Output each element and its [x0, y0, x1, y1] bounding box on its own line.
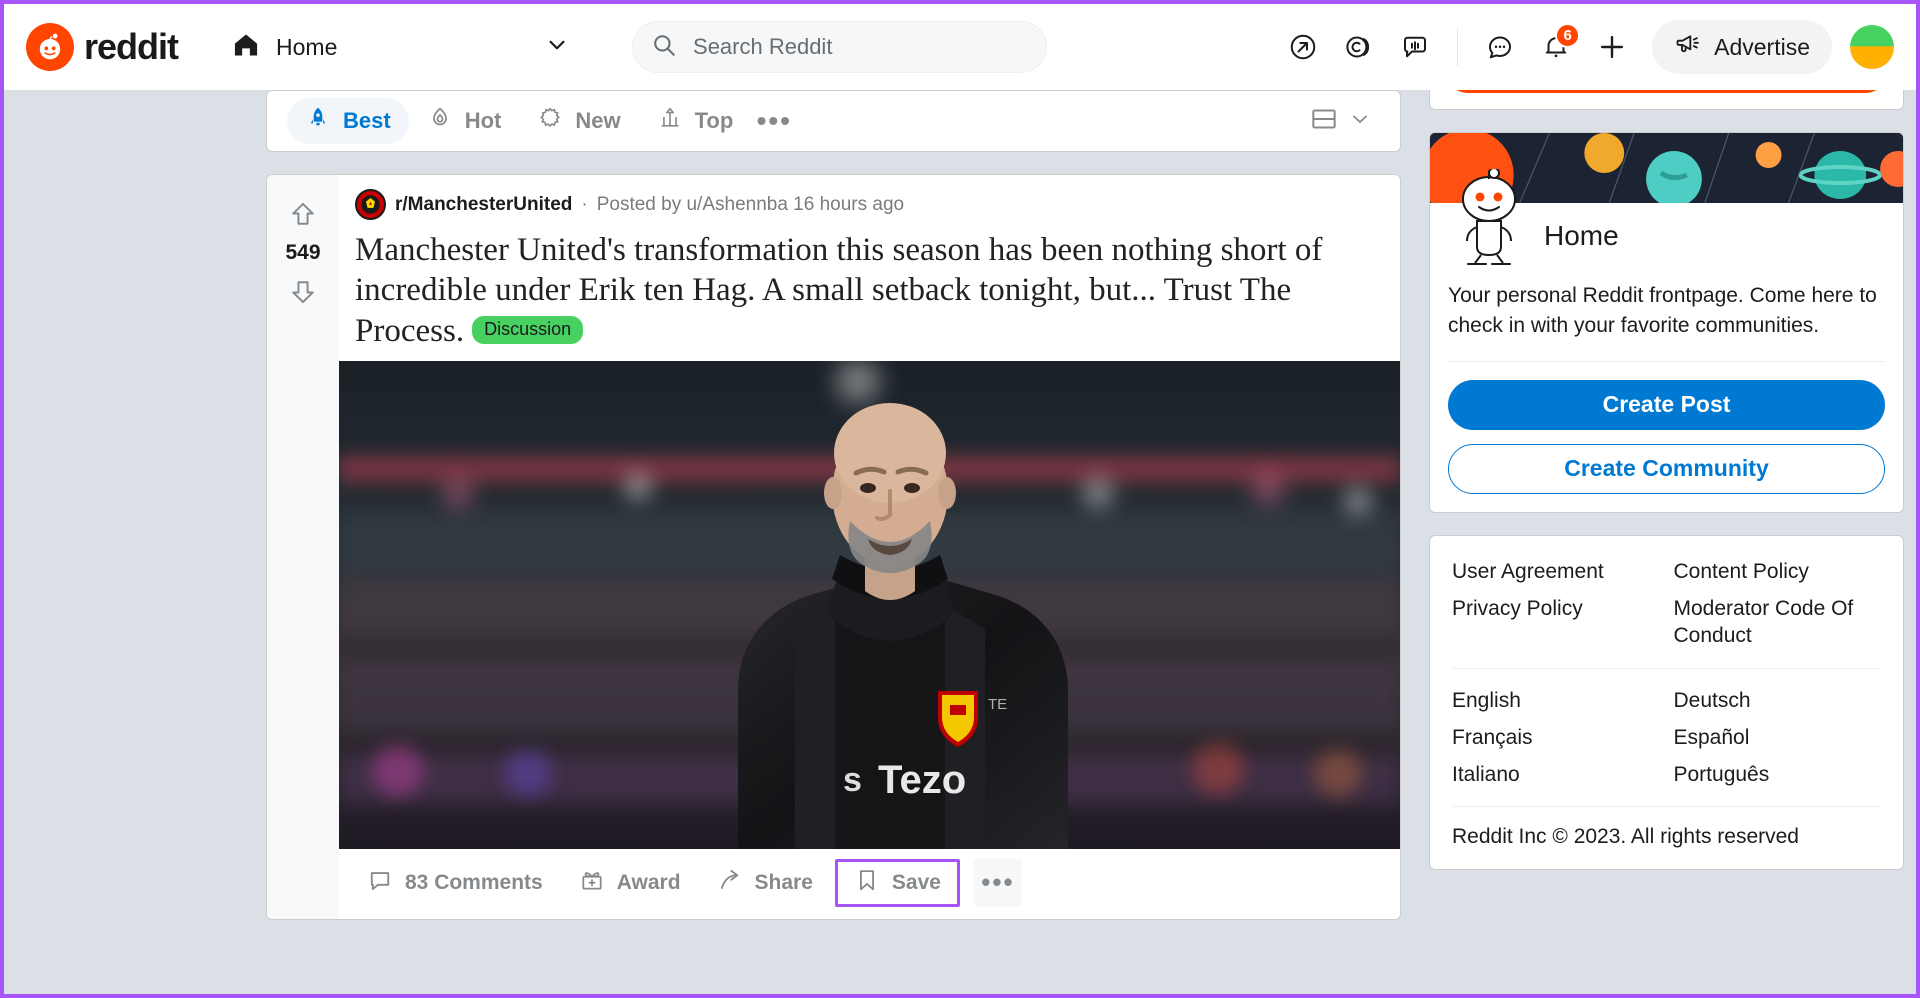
language-link-italiano[interactable]: Italiano [1452, 761, 1660, 788]
sort-more-button[interactable]: ••• [751, 98, 797, 144]
user-avatar[interactable] [1850, 25, 1894, 69]
search-bar[interactable] [632, 21, 1048, 73]
share-arrow-icon [717, 867, 743, 899]
share-label: Share [754, 870, 813, 894]
sort-tab-hot[interactable]: Hot [409, 98, 520, 144]
view-mode-toggle[interactable] [1300, 97, 1380, 146]
header-divider [1457, 28, 1459, 66]
post-meta: r/ManchesterUnited · Posted by u/Ashennb… [339, 189, 1400, 220]
post-title[interactable]: Manchester United's transformation this … [339, 230, 1400, 351]
post-action-bar: 83 Comments Award Share Save ••• [339, 849, 1400, 919]
sort-tab-top-label: Top [694, 108, 734, 133]
rocket-icon [305, 105, 331, 137]
reddit-snoo-logo-icon [26, 23, 74, 71]
language-link-portugues[interactable]: Português [1674, 761, 1882, 788]
reddit-browser-window: reddit Home Search Reddit 6 Advertise Be… [0, 0, 1920, 998]
award-button[interactable]: Award [565, 859, 695, 907]
chart-arrow-icon [657, 105, 683, 137]
snoo-mascot-icon [1448, 167, 1530, 269]
page-content: Best Hot New Top ••• 549 r/ManchesterUni… [4, 44, 1916, 994]
subreddit-link[interactable]: r/ManchesterUnited [395, 194, 572, 216]
advertise-button[interactable]: Advertise [1652, 20, 1832, 74]
comments-label: 83 Comments [405, 870, 543, 894]
chevron-down-icon [544, 32, 570, 63]
language-link-espanol[interactable]: Español [1674, 724, 1882, 751]
vote-column: 549 [267, 175, 339, 919]
sort-tab-best-label: Best [343, 108, 391, 133]
house-icon [232, 31, 260, 64]
card-view-icon [1308, 103, 1340, 140]
reddit-logo-link[interactable]: reddit [26, 23, 179, 71]
create-post-button[interactable]: Create Post [1448, 379, 1885, 430]
save-label: Save [891, 870, 941, 894]
footer-link-moderator-code[interactable]: Moderator Code Of Conduct [1674, 595, 1882, 650]
starburst-icon [537, 105, 563, 137]
chevron-down-icon [1348, 107, 1372, 136]
post-author-timestamp: Posted by u/Ashennba 16 hours ago [596, 193, 905, 215]
coins-icon[interactable] [1333, 21, 1385, 73]
footer-link-privacy-policy[interactable]: Privacy Policy [1452, 595, 1660, 650]
comment-bubble-icon [367, 867, 393, 899]
site-header: reddit Home Search Reddit 6 Advertise [4, 4, 1916, 90]
post-card: 549 r/ManchesterUnited · Posted by u/Ash… [266, 174, 1401, 920]
vote-count: 549 [285, 241, 321, 264]
footer-language-links: English Deutsch Français Español Italian… [1452, 687, 1881, 789]
footer-divider-1 [1452, 667, 1881, 669]
plus-create-icon[interactable] [1586, 21, 1638, 73]
footer-policy-links: User Agreement Content Policy Privacy Po… [1452, 558, 1881, 650]
save-button[interactable]: Save [834, 858, 960, 907]
manchester-united-crest-icon [355, 189, 386, 220]
flame-icon [427, 105, 453, 137]
search-icon [651, 32, 677, 63]
home-card-title: Home [1544, 220, 1619, 251]
footer-link-content-policy[interactable]: Content Policy [1674, 558, 1882, 585]
home-card-actions: Create Post Create Community [1430, 362, 1903, 512]
downvote-button[interactable] [282, 271, 324, 313]
create-community-button[interactable]: Create Community [1448, 443, 1885, 494]
language-link-francais[interactable]: Français [1452, 724, 1660, 751]
sort-tab-best[interactable]: Best [287, 98, 409, 144]
post-body: r/ManchesterUnited · Posted by u/Ashennb… [339, 175, 1400, 919]
megaphone-icon [1674, 30, 1702, 64]
sort-tab-hot-label: Hot [464, 108, 502, 133]
header-icon-group: 6 Advertise [1277, 20, 1894, 74]
home-card-header: Home [1430, 167, 1903, 269]
chat-icon[interactable] [1474, 21, 1526, 73]
footer-link-user-agreement[interactable]: User Agreement [1452, 558, 1660, 585]
reddit-wordmark: reddit [84, 26, 179, 67]
award-label: Award [616, 870, 681, 894]
sort-tab-top[interactable]: Top [639, 98, 752, 144]
search-input[interactable] [693, 34, 1029, 60]
language-link-english[interactable]: English [1452, 687, 1660, 714]
advertise-label: Advertise [1714, 33, 1810, 60]
footer-divider-2 [1452, 806, 1881, 808]
post-flair-badge[interactable]: Discussion [472, 315, 584, 344]
post-sort-bar: Best Hot New Top ••• [266, 90, 1401, 152]
right-sidebar: Home Your personal Reddit frontpage. Com… [1429, 44, 1904, 994]
upvote-button[interactable] [282, 193, 324, 235]
post-more-options-button[interactable]: ••• [973, 858, 1022, 907]
sidebar-footer: User Agreement Content Policy Privacy Po… [1429, 534, 1904, 871]
talk-icon[interactable] [1389, 21, 1441, 73]
award-gift-icon [579, 867, 605, 899]
popular-icon[interactable] [1277, 21, 1329, 73]
comments-button[interactable]: 83 Comments [353, 859, 557, 907]
sort-tab-new[interactable]: New [519, 98, 638, 144]
home-card-description: Your personal Reddit frontpage. Come her… [1448, 284, 1877, 337]
sort-tab-new-label: New [575, 108, 621, 133]
bookmark-icon [854, 867, 880, 899]
home-info-card: Home Your personal Reddit frontpage. Com… [1429, 132, 1904, 513]
main-feed-column: Best Hot New Top ••• 549 r/ManchesterUni… [266, 90, 1401, 994]
footer-copyright: Reddit Inc © 2023. All rights reserved [1452, 825, 1799, 849]
language-link-deutsch[interactable]: Deutsch [1674, 687, 1882, 714]
notification-count-badge: 6 [1555, 23, 1581, 48]
post-image[interactable]: Tezo s TE [339, 360, 1400, 849]
share-button[interactable]: Share [703, 859, 827, 907]
notifications-bell-icon[interactable]: 6 [1530, 21, 1582, 73]
community-dropdown-label: Home [276, 33, 338, 60]
community-dropdown[interactable]: Home [216, 19, 586, 75]
meta-separator: · [581, 193, 588, 215]
